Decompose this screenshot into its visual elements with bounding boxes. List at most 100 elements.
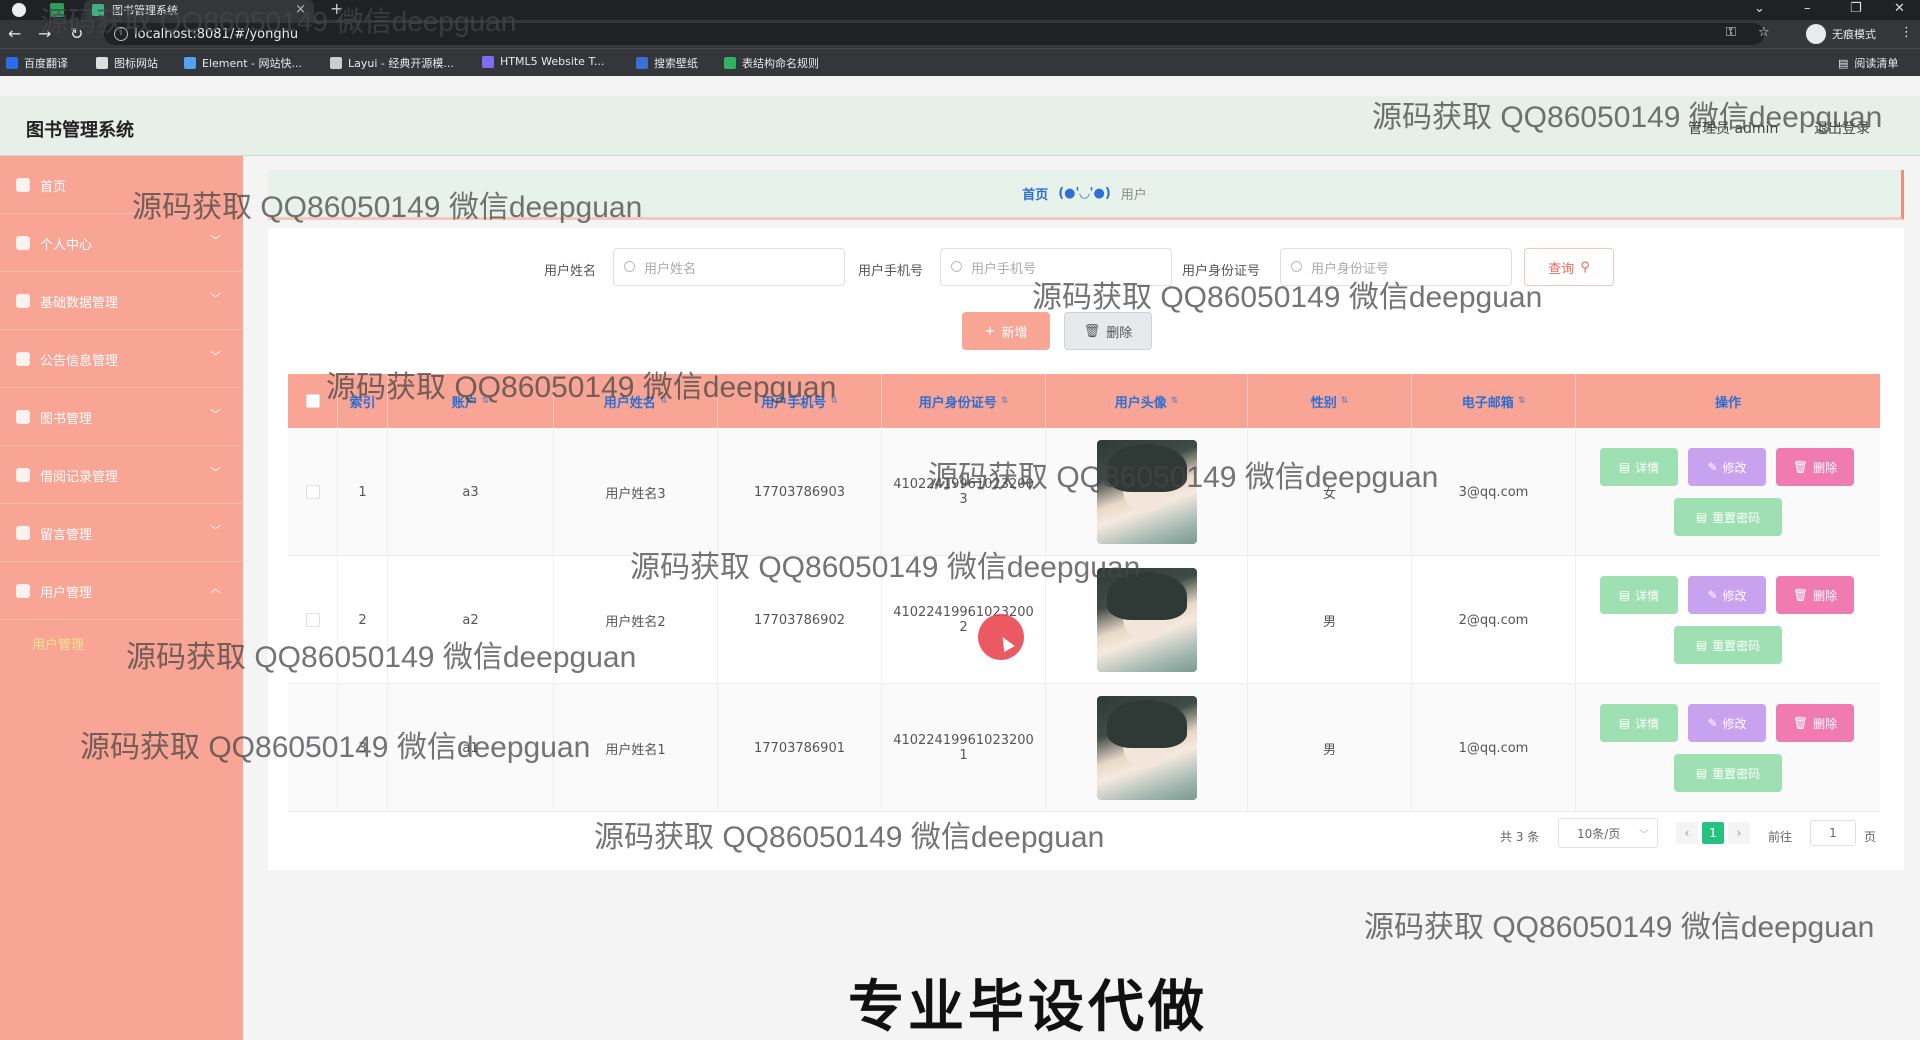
delete-button[interactable]: 🗑 删除 xyxy=(1776,448,1854,486)
column-header[interactable]: 用户头像 ⇅ xyxy=(1046,374,1248,428)
back-icon[interactable]: ← xyxy=(8,24,21,43)
reset-password-button[interactable]: ▤ 重置密码 xyxy=(1674,754,1782,792)
bookmark-item[interactable]: Element - 网站快... xyxy=(184,55,302,71)
column-header-label: 性别 xyxy=(1310,395,1337,411)
tab-close-icon[interactable]: × xyxy=(295,2,306,17)
sidebar-item-profile[interactable]: 个人中心 ﹀ xyxy=(0,214,243,272)
tab-group-icon[interactable] xyxy=(50,3,64,17)
logout-link[interactable]: 退出登录 xyxy=(1814,118,1870,138)
column-header[interactable]: 索引 xyxy=(338,374,388,428)
reset-password-button[interactable]: ▤ 重置密码 xyxy=(1674,498,1782,536)
document-icon: ▤ xyxy=(1618,588,1631,602)
cell-email: 3@qq.com xyxy=(1412,428,1576,556)
new-tab-icon[interactable]: + xyxy=(330,0,343,18)
search-id-input[interactable]: 用户身份证号 xyxy=(1280,248,1512,286)
edit-button[interactable]: ✎ 修改 xyxy=(1688,448,1766,486)
browser-tab[interactable]: 图书管理系统 × xyxy=(84,0,314,20)
page-size-select[interactable]: 10条/页 ﹀ xyxy=(1558,818,1658,848)
sort-icon[interactable]: ⇅ xyxy=(830,396,838,406)
column-header[interactable]: 性别 ⇅ xyxy=(1248,374,1412,428)
minimize-icon[interactable]: – xyxy=(1804,0,1811,18)
avatar[interactable] xyxy=(1096,440,1197,544)
avatar[interactable] xyxy=(1096,568,1197,672)
batch-delete-button[interactable]: 🗑 删除 xyxy=(1064,312,1152,350)
reset-password-button[interactable]: ▤ 重置密码 xyxy=(1674,626,1782,664)
select-all-checkbox[interactable] xyxy=(305,394,320,408)
page-number-current[interactable]: 1 xyxy=(1702,822,1724,844)
key-icon[interactable]: ⚿ xyxy=(1726,25,1736,40)
incognito-indicator[interactable]: 无痕模式 xyxy=(1806,24,1876,44)
sidebar-subitem-user-manage[interactable]: 用户管理 xyxy=(0,620,243,666)
sidebar-item-borrow[interactable]: 借阅记录管理 ﹀ xyxy=(0,446,243,504)
row-checkbox[interactable] xyxy=(305,741,320,755)
bookmark-item[interactable]: Layui - 经典开源模... xyxy=(330,55,454,71)
column-header[interactable]: 用户手机号 ⇅ xyxy=(718,374,882,428)
next-page-button[interactable]: › xyxy=(1728,822,1750,844)
incognito-label: 无痕模式 xyxy=(1832,28,1876,41)
restore-icon[interactable]: ❐ xyxy=(1850,0,1862,18)
tab-search-icon[interactable]: ⌄ xyxy=(1754,0,1765,18)
detail-button[interactable]: ▤ 详情 xyxy=(1600,576,1678,614)
bookmark-item[interactable]: 百度翻译 xyxy=(6,55,68,71)
sort-icon[interactable]: ⇅ xyxy=(1171,396,1179,406)
row-checkbox[interactable] xyxy=(305,613,320,627)
query-button[interactable]: 查询 ⚲ xyxy=(1524,248,1614,286)
sort-icon[interactable]: ⇅ xyxy=(1341,396,1349,406)
breadcrumb-home[interactable]: 首页 xyxy=(1022,184,1048,203)
sidebar-item-label: 图书管理 xyxy=(40,412,93,427)
reading-list-label: 阅读清单 xyxy=(1854,57,1899,70)
detail-button[interactable]: ▤ 详情 xyxy=(1600,704,1678,742)
star-icon[interactable]: ☆ xyxy=(1758,25,1770,40)
edit-button[interactable]: ✎ 修改 xyxy=(1688,704,1766,742)
delete-button[interactable]: 🗑 删除 xyxy=(1776,576,1854,614)
bookmark-item[interactable]: 图标网站 xyxy=(96,55,158,71)
sort-icon[interactable]: ⇅ xyxy=(660,396,668,406)
row-checkbox[interactable] xyxy=(305,485,320,499)
cell-id-number: 41022419961023200 2 xyxy=(882,556,1046,684)
prev-page-button[interactable]: ‹ xyxy=(1676,822,1698,844)
document-icon: ▤ xyxy=(1618,460,1631,474)
column-header[interactable]: 用户姓名 ⇅ xyxy=(554,374,718,428)
detail-button[interactable]: ▤ 详情 xyxy=(1600,448,1678,486)
sidebar-item-books[interactable]: 图书管理 ﹀ xyxy=(0,388,243,446)
column-header[interactable]: 用户身份证号 ⇅ xyxy=(882,374,1046,428)
sidebar-item-notice[interactable]: 公告信息管理 ﹀ xyxy=(0,330,243,388)
sidebar-item-base-data[interactable]: 基础数据管理 ﹀ xyxy=(0,272,243,330)
bookmark-item[interactable]: 表结构命名规则 xyxy=(724,55,819,71)
sidebar-item-label: 借阅记录管理 xyxy=(40,470,119,485)
forward-icon[interactable]: → xyxy=(38,24,51,43)
search-phone-input[interactable]: 用户手机号 xyxy=(940,248,1172,286)
column-header[interactable]: 电子邮箱 ⇅ xyxy=(1412,374,1576,428)
reading-list[interactable]: ▤ 阅读清单 xyxy=(1838,55,1898,71)
sort-icon[interactable]: ⇅ xyxy=(1001,396,1009,406)
trash-icon: 🗑 xyxy=(1792,716,1809,730)
sidebar-item-users[interactable]: 用户管理 ︿ xyxy=(0,562,243,620)
bookmark-item[interactable]: 搜索壁纸 xyxy=(636,55,698,71)
bookmark-favicon-icon xyxy=(184,57,196,69)
row-select-cell xyxy=(288,428,338,556)
column-header[interactable]: 账户 ⇅ xyxy=(388,374,554,428)
avatar[interactable] xyxy=(1096,696,1197,800)
sidebar-item-label: 公告信息管理 xyxy=(40,354,119,369)
goto-page-input[interactable]: 1 xyxy=(1810,820,1856,846)
chevron-down-icon: ﹀ xyxy=(210,408,221,421)
browser-menu-icon[interactable]: ⋮ xyxy=(1900,25,1913,40)
window-close-icon[interactable]: ✕ xyxy=(1894,0,1905,18)
site-info-icon[interactable]: i xyxy=(114,27,128,41)
trash-icon: 🗑 xyxy=(1792,588,1809,602)
reload-icon[interactable]: ↻ xyxy=(70,24,83,43)
url-bar[interactable]: i localhost:8081/#/yonghu xyxy=(104,23,1764,45)
sort-icon[interactable]: ⇅ xyxy=(482,396,490,406)
sidebar-item-home[interactable]: 首页 xyxy=(0,156,243,214)
pencil-icon: ✎ xyxy=(1707,460,1718,474)
sort-icon[interactable]: ⇅ xyxy=(1518,396,1526,406)
edit-button[interactable]: ✎ 修改 xyxy=(1688,576,1766,614)
sidebar-item-messages[interactable]: 留言管理 ﹀ xyxy=(0,504,243,562)
add-button[interactable]: + 新增 xyxy=(962,312,1050,350)
search-name-label: 用户姓名 xyxy=(544,264,597,279)
monitor-icon xyxy=(16,584,30,598)
bookmark-item[interactable]: HTML5 Website T... xyxy=(482,55,604,68)
plus-icon: + xyxy=(984,323,996,339)
search-name-input[interactable]: 用户姓名 xyxy=(613,248,845,286)
delete-button[interactable]: 🗑 删除 xyxy=(1776,704,1854,742)
